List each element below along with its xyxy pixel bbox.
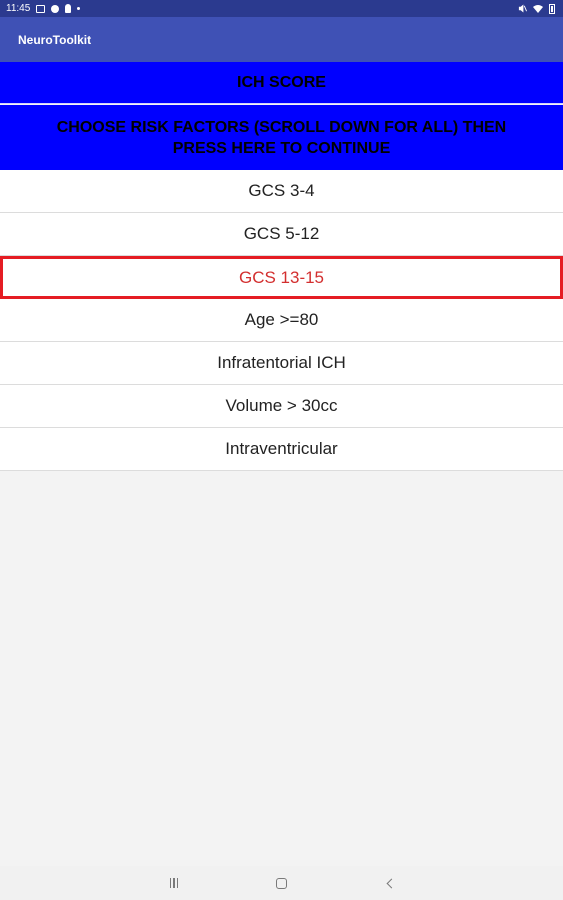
status-bar: 11:45 (0, 0, 563, 17)
recents-icon (169, 878, 179, 888)
option-gcs-13-15[interactable]: GCS 13-15 (0, 256, 563, 299)
risk-factor-list: GCS 3-4 GCS 5-12 GCS 13-15 Age >=80 Infr… (0, 170, 563, 471)
gallery-icon (36, 4, 46, 13)
wifi-icon (533, 4, 543, 13)
option-infratentorial-ich[interactable]: Infratentorial ICH (0, 342, 563, 385)
recents-button[interactable] (159, 868, 189, 898)
option-age-80[interactable]: Age >=80 (0, 299, 563, 342)
option-gcs-3-4[interactable]: GCS 3-4 (0, 170, 563, 213)
option-intraventricular[interactable]: Intraventricular (0, 428, 563, 471)
back-button[interactable] (374, 868, 404, 898)
dot-icon (77, 7, 81, 10)
navigation-bar (0, 866, 563, 900)
option-gcs-5-12[interactable]: GCS 5-12 (0, 213, 563, 256)
screen: 11:45 NeuroToolkit ICH SCORE CHOOSE RISK… (0, 0, 563, 900)
status-right (518, 3, 563, 14)
mute-icon (518, 4, 527, 13)
option-volume-30cc[interactable]: Volume > 30cc (0, 385, 563, 428)
back-icon (386, 878, 397, 888)
ich-score-title: ICH SCORE (0, 62, 563, 104)
circle-icon (51, 4, 60, 13)
person-icon (65, 4, 72, 13)
status-time: 11:45 (6, 3, 31, 14)
home-button[interactable] (266, 868, 296, 898)
continue-button[interactable]: CHOOSE RISK FACTORS (SCROLL DOWN FOR ALL… (0, 105, 563, 170)
home-icon (275, 877, 287, 889)
battery-icon (549, 3, 555, 14)
app-title: NeuroToolkit (18, 32, 92, 47)
status-left: 11:45 (0, 3, 81, 14)
app-bar: NeuroToolkit (0, 17, 563, 62)
